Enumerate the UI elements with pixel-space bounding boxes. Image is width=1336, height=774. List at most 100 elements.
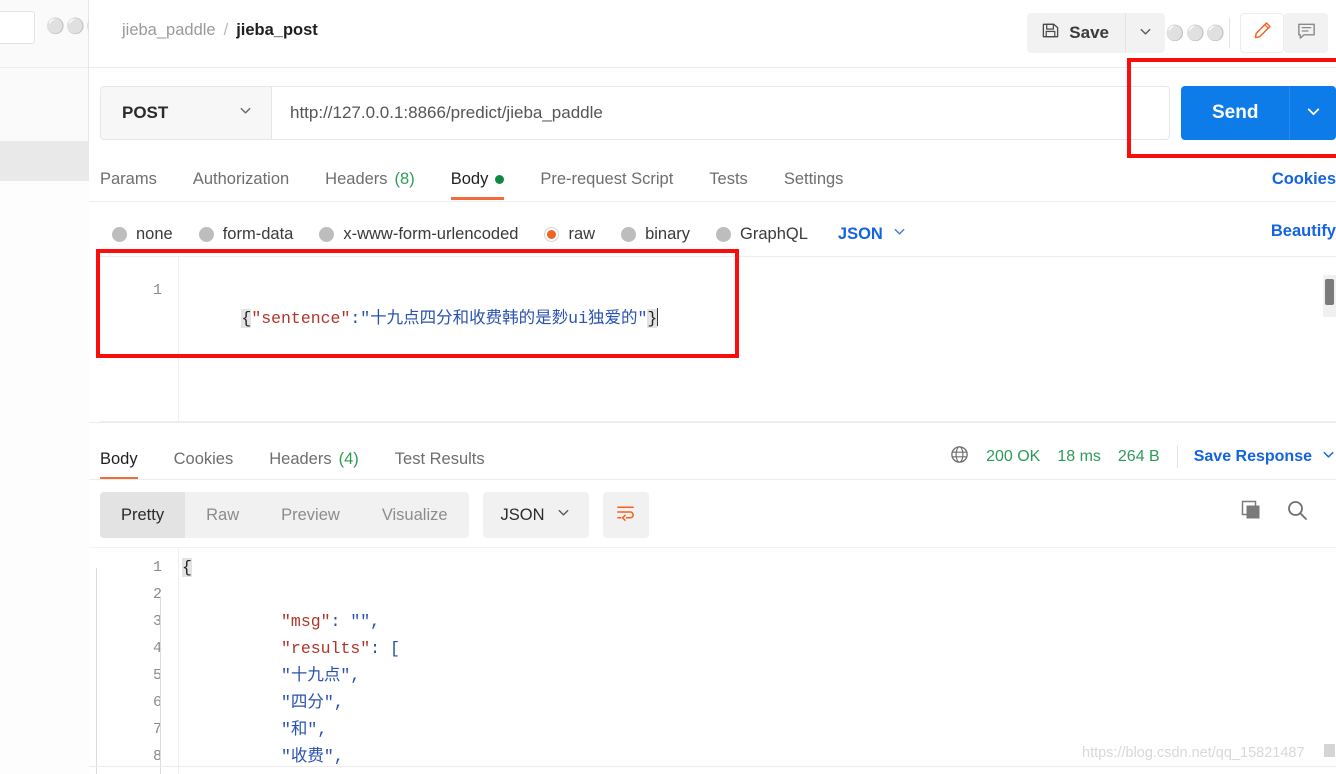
body-type-graphql[interactable]: GraphQL (716, 225, 808, 244)
request-line-number: 1 (152, 282, 162, 299)
line-number: 3 (152, 613, 162, 630)
method-label: POST (122, 103, 169, 122)
tab-tests-label: Tests (709, 169, 748, 188)
radio-icon (198, 226, 214, 242)
body-type-form-data[interactable]: form-data (198, 225, 293, 244)
view-mode-raw[interactable]: Raw (185, 492, 260, 538)
response-tab-cookies[interactable]: Cookies (156, 438, 252, 480)
request-scrollbar-track[interactable] (1323, 275, 1336, 317)
status-divider (1176, 446, 1178, 468)
body-type-none[interactable]: none (112, 225, 173, 244)
request-gutter: 1 (100, 257, 179, 421)
body-type-urlencoded-label: x-www-form-urlencoded (343, 224, 519, 243)
save-response-button[interactable]: Save Response (1194, 448, 1312, 466)
code-line: 5 "四分", (153, 662, 400, 712)
search-icon (1285, 501, 1309, 526)
body-type-urlencoded[interactable]: x-www-form-urlencoded (319, 225, 518, 244)
tab-settings[interactable]: Settings (766, 158, 862, 200)
tab-tests[interactable]: Tests (691, 158, 766, 200)
breadcrumb: jieba_paddle / jieba_post (122, 21, 318, 40)
text-caret (657, 308, 659, 326)
send-dropdown-button[interactable] (1289, 86, 1336, 140)
radio-icon (319, 226, 335, 242)
copy-button[interactable] (1239, 498, 1263, 527)
beautify-link[interactable]: Beautify (1271, 222, 1336, 241)
body-type-binary[interactable]: binary (621, 225, 690, 244)
word-wrap-button[interactable] (602, 492, 649, 538)
request-key: "sentence" (251, 309, 351, 328)
tab-params[interactable]: Params (100, 158, 175, 200)
response-tab-body-label: Body (100, 449, 138, 468)
response-code: 1 { 2 "msg": "", 3 "results": [ 4 "十九点", (153, 554, 400, 770)
save-dropdown-button[interactable] (1125, 13, 1165, 53)
response-tab-test-results[interactable]: Test Results (377, 438, 503, 480)
view-mode-visualize[interactable]: Visualize (361, 492, 469, 538)
request-value: "十九点四分和收费韩的是麨ui独爱的" (360, 309, 648, 328)
response-body-viewer[interactable]: 1 { 2 "msg": "", 3 "results": [ 4 "十九点", (100, 548, 1336, 774)
chevron-down-icon (1138, 24, 1153, 42)
tab-pre-request-script[interactable]: Pre-request Script (522, 158, 691, 200)
request-format-selector[interactable]: JSON (838, 224, 907, 244)
line-number: 5 (152, 667, 162, 684)
response-tab-headers[interactable]: Headers (4) (251, 438, 377, 480)
breadcrumb-parent[interactable]: jieba_paddle (122, 21, 216, 40)
breadcrumb-current[interactable]: jieba_post (236, 21, 318, 40)
body-modified-dot-icon (495, 174, 505, 184)
header-divider (1229, 18, 1230, 48)
response-time: 18 ms (1057, 448, 1101, 465)
body-type-binary-label: binary (645, 224, 691, 243)
send-button[interactable]: Send (1181, 86, 1290, 140)
url-text: http://127.0.0.1:8866/predict/jieba_padd… (290, 103, 603, 122)
response-tab-headers-count: (4) (338, 449, 359, 468)
body-type-graphql-label: GraphQL (740, 224, 808, 243)
body-type-raw-label: raw (568, 224, 596, 243)
response-status-bar: 200 OK 18 ms 264 B Save Response (949, 444, 1336, 470)
cookies-link[interactable]: Cookies (1272, 170, 1336, 189)
url-input[interactable]: http://127.0.0.1:8866/predict/jieba_padd… (272, 86, 1170, 140)
radio-selected-icon (544, 226, 560, 242)
comment-button[interactable] (1284, 13, 1328, 53)
request-scrollbar-thumb[interactable] (1325, 279, 1334, 305)
response-view-toolbar: Pretty Raw Preview Visualize JSON (100, 492, 649, 538)
response-format-selector[interactable]: JSON (482, 492, 589, 538)
request-body-code[interactable]: {"sentence":"十九点四分和收费韩的是麨ui独爱的"} (182, 277, 659, 361)
sidebar-button-partial[interactable] (0, 11, 35, 44)
tab-body[interactable]: Body (433, 158, 523, 200)
tab-headers[interactable]: Headers (8) (307, 158, 433, 200)
line-number: 2 (152, 586, 162, 603)
sidebar-body (0, 181, 89, 774)
body-type-raw[interactable]: raw (544, 225, 595, 244)
request-body-editor[interactable]: 1 {"sentence":"十九点四分和收费韩的是麨ui独爱的"} (100, 256, 1336, 422)
header-actions: Save ⚪⚪⚪ (1027, 13, 1328, 53)
header-more-icon[interactable]: ⚪⚪⚪ (1166, 13, 1225, 53)
save-button-label: Save (1069, 23, 1109, 42)
request-format-label: JSON (837, 224, 883, 243)
tab-pre-request-script-label: Pre-request Script (540, 169, 674, 188)
view-mode-preview[interactable]: Preview (260, 492, 361, 538)
response-size: 264 B (1117, 448, 1160, 465)
watermark-marker (1324, 744, 1335, 757)
edit-documentation-button[interactable] (1240, 13, 1284, 53)
save-button[interactable]: Save (1027, 13, 1125, 53)
request-tabs: Params Authorization Headers (8) Body Pr… (100, 158, 1336, 202)
sidebar-selected-band (0, 141, 89, 181)
view-mode-pretty[interactable]: Pretty (100, 492, 186, 538)
response-format-label: JSON (500, 505, 545, 524)
response-tab-body[interactable]: Body (100, 438, 156, 480)
response-tab-cookies-label: Cookies (173, 449, 234, 468)
comment-icon (1296, 20, 1317, 46)
tab-body-label: Body (450, 169, 489, 188)
search-button[interactable] (1285, 498, 1309, 527)
response-divider-top (89, 422, 1336, 423)
chevron-down-icon[interactable] (1321, 447, 1336, 467)
request-open-brace: { (241, 309, 252, 328)
code-line: 3 "results": [ (153, 608, 400, 658)
breadcrumb-separator: / (223, 21, 229, 39)
code-fold-guide (160, 596, 161, 774)
tab-authorization[interactable]: Authorization (175, 158, 307, 200)
response-utility-icons (1239, 498, 1309, 527)
line-number: 1 (152, 559, 162, 576)
tabs-divider (89, 201, 1336, 202)
method-selector[interactable]: POST (100, 86, 272, 140)
code-line: 4 "十九点", (153, 635, 400, 685)
